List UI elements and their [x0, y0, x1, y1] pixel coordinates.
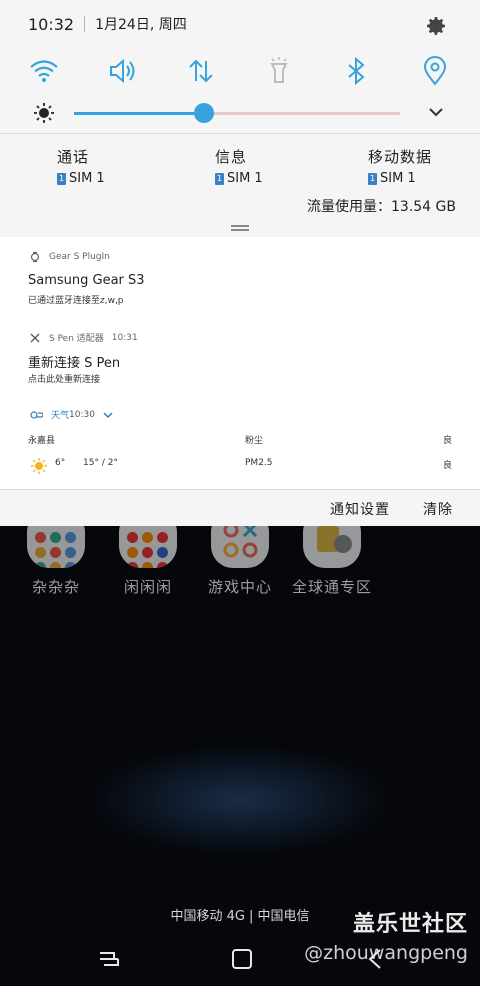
weather-temp: 6° [55, 458, 66, 468]
sim-data-card: 1 SIM 1 [368, 171, 480, 186]
location-icon[interactable] [419, 55, 451, 87]
notification-app-row: Gear S PlugIn [29, 251, 110, 263]
sim-messages[interactable]: 信息 1 SIM 1 [215, 146, 355, 186]
brightness-row [0, 100, 480, 126]
shade-actions: 通知设置 清除 [0, 489, 480, 526]
navigation-bar [0, 934, 480, 986]
sim-messages-card: 1 SIM 1 [215, 171, 355, 186]
weather-location: 永嘉县 [28, 436, 56, 446]
sim-data-title: 移动数据 [368, 148, 433, 166]
divider [0, 133, 480, 134]
weather-icon [30, 410, 43, 419]
sim-messages-title: 信息 [215, 148, 248, 166]
mobile-data-icon[interactable] [185, 55, 217, 87]
notification-text: 已通过蓝牙连接至z,w,p [28, 296, 124, 306]
app-label: 游戏中心 [207, 578, 272, 596]
weather-pm-label: PM2.5 [245, 458, 273, 468]
app-label: 杂杂杂 [31, 578, 80, 596]
weather-dust-value: 良 [443, 436, 453, 446]
sim-calls-card: 1 SIM 1 [57, 171, 197, 186]
brightness-icon [34, 103, 54, 123]
sim-mobile-data[interactable]: 移动数据 1 SIM 1 [368, 146, 480, 186]
notification-app-name: S Pen 适配器 [49, 334, 104, 344]
weather-dust-label: 粉尘 [245, 436, 264, 446]
brightness-slider-fill [74, 112, 205, 115]
sim-chip-icon: 1 [368, 172, 377, 185]
back-icon[interactable] [362, 946, 388, 972]
clock: 10:32 [28, 14, 75, 34]
sim-calls-title: 通话 [57, 148, 90, 166]
notification-app-name: Gear S PlugIn [49, 252, 110, 262]
notification-settings-button[interactable]: 通知设置 [330, 499, 390, 519]
gear-icon[interactable] [424, 14, 448, 38]
data-usage: 流量使用量：13.54 GB [307, 199, 456, 215]
sim-chip-icon: 1 [215, 172, 224, 185]
weather-range: 15° / 2° [83, 458, 118, 468]
bluetooth-icon[interactable] [340, 55, 372, 87]
sun-icon [31, 458, 47, 474]
divider [84, 16, 86, 32]
app-label: 闲闲闲 [123, 578, 172, 596]
wifi-icon[interactable] [28, 55, 60, 87]
notification-text: 点击此处重新连接 [28, 375, 101, 385]
brightness-slider-thumb[interactable] [194, 103, 215, 123]
watch-icon [30, 251, 40, 263]
notification-title: 重新连接 S Pen [28, 356, 121, 371]
quick-settings-row [0, 55, 480, 87]
sim-calls-label: SIM 1 [69, 171, 105, 186]
pen-icon [30, 333, 40, 342]
notification-list: Gear S PlugIn Samsung Gear S3 已通过蓝牙连接至z,… [0, 237, 480, 489]
notification-time: 10:31 [111, 332, 138, 343]
notification-app-row: S Pen 适配器 10:31 [29, 331, 138, 344]
brightness-slider[interactable] [74, 112, 400, 115]
notification-shade: 10:32 1月24日, 周四 通话 1 SIM 1 信息 1 SIM 1 移动… [0, 0, 480, 526]
flashlight-icon[interactable] [263, 55, 295, 87]
drag-handle[interactable] [231, 225, 249, 231]
recents-icon[interactable] [96, 946, 122, 972]
notification-title: Samsung Gear S3 [28, 273, 145, 288]
clear-button[interactable]: 清除 [423, 499, 453, 519]
home-button-icon[interactable] [229, 946, 255, 972]
sim-data-label: SIM 1 [380, 171, 416, 186]
chevron-down-icon[interactable] [103, 411, 113, 419]
notification-app-row: 天气 10:30 [29, 408, 113, 421]
chevron-down-icon[interactable] [427, 103, 445, 121]
sim-chip-icon: 1 [57, 172, 66, 185]
date: 1月24日, 周四 [95, 17, 187, 33]
notification-time: 10:30 [69, 409, 95, 420]
status-header: 10:32 1月24日, 周四 [28, 14, 187, 34]
sim-messages-label: SIM 1 [227, 171, 263, 186]
sound-icon[interactable] [106, 55, 138, 87]
sim-calls[interactable]: 通话 1 SIM 1 [57, 146, 197, 186]
app-label: 全球通专区 [291, 578, 372, 596]
notification-app-name: 天气 [51, 411, 70, 421]
weather-pm-value: 良 [443, 461, 453, 471]
